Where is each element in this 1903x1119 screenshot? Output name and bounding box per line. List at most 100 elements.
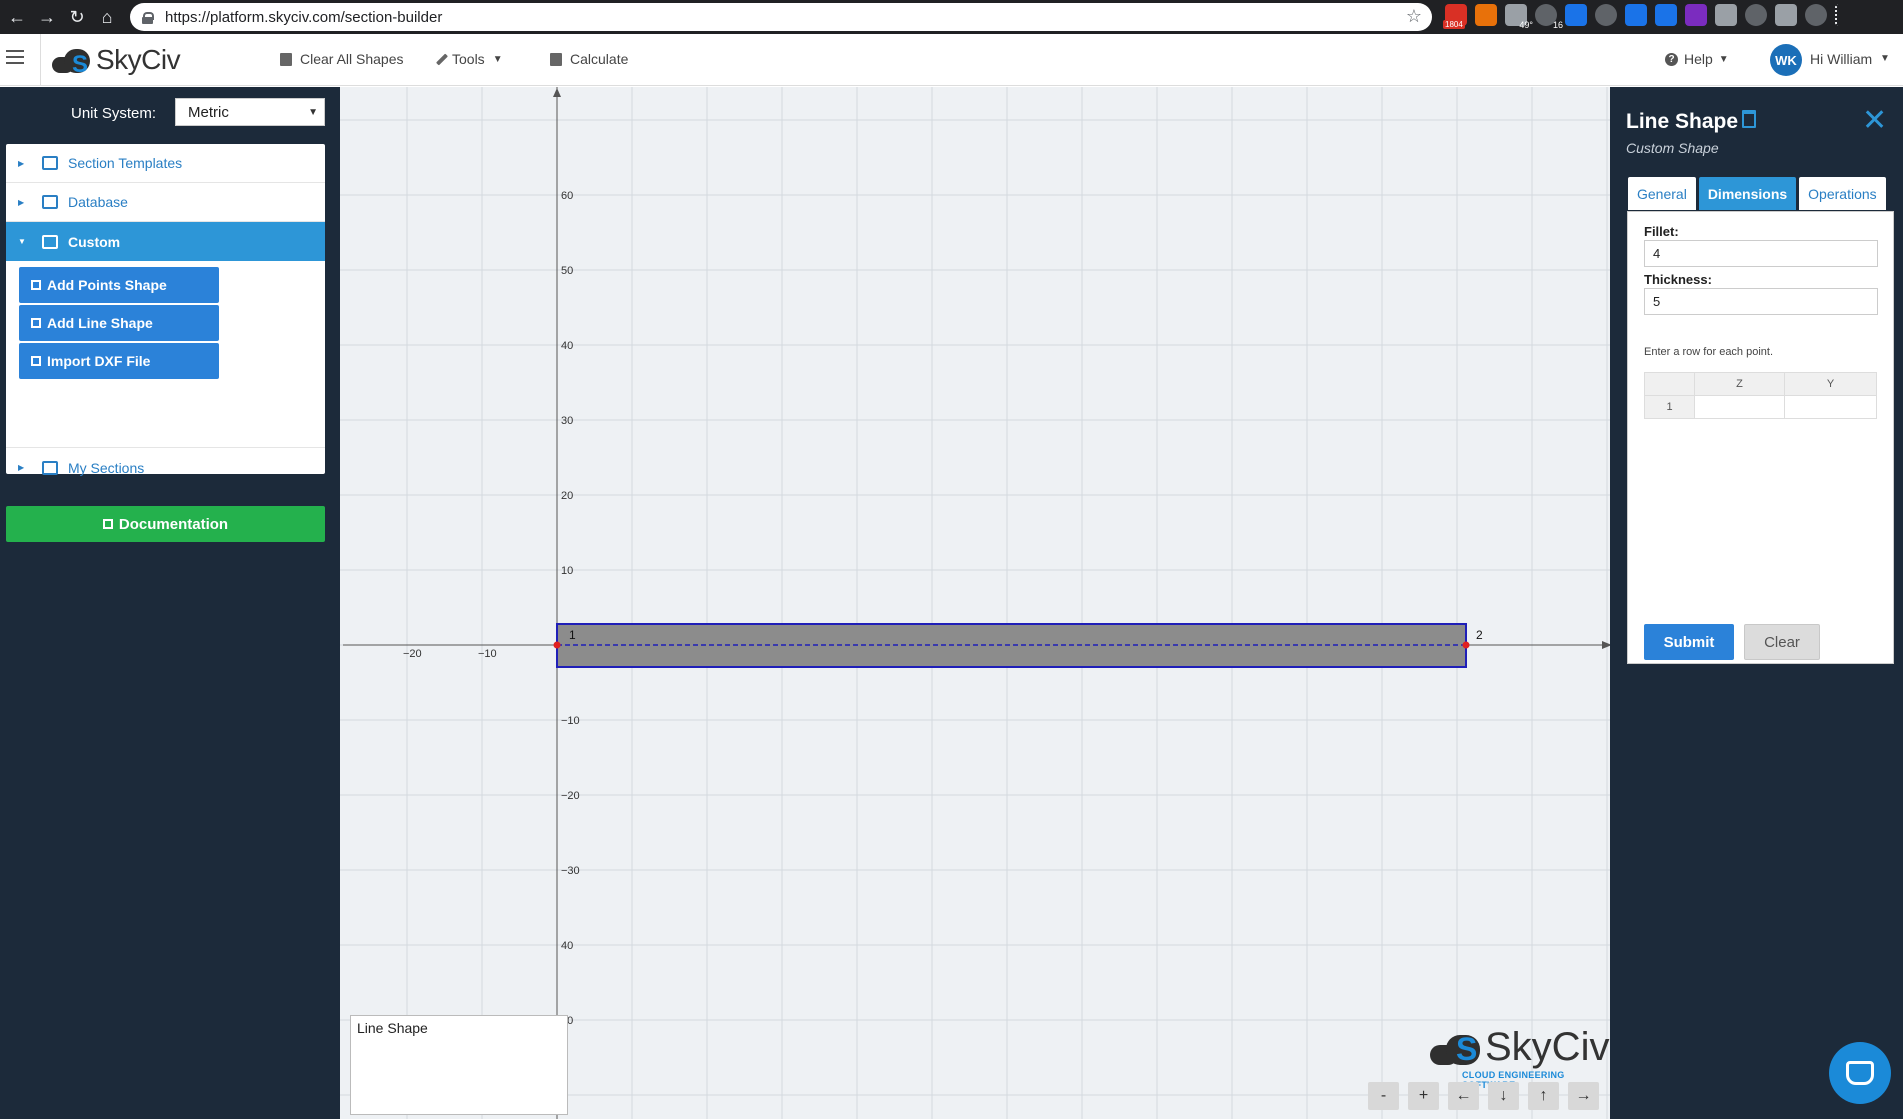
chevron-down-icon: ▼: [492, 53, 503, 65]
weather-badge: 49°: [1519, 20, 1533, 30]
close-icon[interactable]: ✕: [1862, 103, 1887, 138]
user-greeting[interactable]: Hi William: [1810, 51, 1872, 67]
bookmark-star-icon[interactable]: ☆: [1406, 6, 1422, 27]
browser-toolbar: ← → ↻ ⌂ https://platform.skyciv.com/sect…: [0, 0, 1903, 34]
counter-extension-icon[interactable]: 16: [1535, 4, 1563, 30]
thickness-input[interactable]: 5: [1644, 288, 1878, 315]
cloud-logo-icon: S: [52, 45, 94, 78]
pan-left-button[interactable]: ←: [1448, 1082, 1479, 1110]
z-axis-arrow-icon: [1602, 641, 1610, 649]
documentation-label: Documentation: [118, 515, 229, 533]
chat-bubble-icon[interactable]: [1829, 1042, 1891, 1104]
fillet-input[interactable]: 4: [1644, 240, 1878, 267]
question-icon: ?: [1665, 52, 1678, 66]
z-cell[interactable]: [1694, 395, 1785, 419]
save-icon: [42, 460, 58, 475]
cast-extension-icon[interactable]: [1775, 4, 1797, 26]
eraser-icon: [280, 52, 292, 66]
shape-label-text: Line Shape: [357, 1020, 428, 1036]
caret-down-icon: ▼: [308, 107, 318, 118]
pan-up-button[interactable]: ↑: [1528, 1082, 1559, 1110]
calculate-button[interactable]: Calculate: [550, 51, 628, 67]
add-line-shape-button[interactable]: Add Line Shape: [19, 305, 219, 341]
button-label: Add Line Shape: [47, 315, 153, 331]
zoom-in-button[interactable]: +: [1408, 1082, 1439, 1110]
tools-menu[interactable]: Tools ▼: [435, 51, 503, 67]
home-icon[interactable]: ⌂: [94, 4, 120, 30]
accordion-label: Section Templates: [68, 155, 183, 171]
wrench-icon: [435, 52, 449, 66]
accordion-section-templates[interactable]: ▶ Section Templates: [6, 144, 325, 183]
panel-subtitle: Custom Shape: [1626, 140, 1719, 156]
profile-icon[interactable]: [1805, 4, 1827, 26]
avatar[interactable]: WK: [1770, 44, 1802, 76]
point-2-label: 2: [1476, 628, 1483, 642]
custom-shape-icon: [42, 234, 58, 249]
y-tick-label: 10: [561, 565, 573, 577]
menu-icon[interactable]: [1835, 4, 1841, 26]
point-2-marker[interactable]: [1462, 641, 1470, 649]
chevron-down-icon[interactable]: ▼: [1880, 53, 1890, 64]
onenote-extension-icon[interactable]: [1685, 4, 1707, 26]
accordion-label: Database: [68, 194, 128, 210]
pan-right-button[interactable]: →: [1568, 1082, 1599, 1110]
import-dxf-button[interactable]: Import DXF File: [19, 343, 219, 379]
mail-badge: 1804: [1443, 20, 1465, 29]
documentation-icon: [102, 519, 113, 529]
forward-icon[interactable]: →: [34, 4, 60, 30]
help-menu[interactable]: ? Help ▼: [1665, 51, 1729, 67]
hamburger-icon[interactable]: [6, 50, 24, 64]
target-extension-icon[interactable]: [1745, 4, 1767, 26]
zoom-out-button[interactable]: -: [1368, 1082, 1399, 1110]
unit-system-label: Unit System:: [71, 105, 157, 122]
calculate-label: Calculate: [570, 51, 629, 67]
circle-extension-icon[interactable]: [1595, 4, 1617, 26]
add-points-shape-button[interactable]: Add Points Shape: [19, 267, 219, 303]
trash-icon[interactable]: [1742, 110, 1756, 128]
drawing-canvas[interactable]: −20−100102030405060708090100110 60504030…: [340, 87, 1610, 1119]
accordion-my-sections[interactable]: ▶ My Sections: [6, 448, 325, 487]
c-extension-icon[interactable]: [1565, 4, 1587, 26]
skyciv-logo[interactable]: S SkyCiv: [52, 44, 181, 78]
clear-all-shapes-button[interactable]: Clear All Shapes: [280, 51, 404, 67]
button-label: Add Points Shape: [47, 277, 167, 293]
calculator-icon: [550, 52, 562, 66]
caret-right-icon: ▶: [18, 463, 25, 472]
clear-button[interactable]: Clear: [1744, 624, 1820, 660]
unit-system-select[interactable]: Metric ▼: [175, 98, 325, 126]
weather-extension-icon[interactable]: 49°: [1505, 4, 1533, 30]
extensions-area: 1804 49° 16: [1443, 4, 1841, 30]
shield-extension-icon[interactable]: [1475, 4, 1497, 26]
cloud-logo-icon: S: [1430, 1029, 1485, 1067]
documentation-button[interactable]: Documentation: [6, 506, 325, 542]
y-tick-label: −30: [561, 865, 580, 877]
fillet-label: Fillet:: [1644, 224, 1679, 239]
react-extension-icon[interactable]: [1715, 4, 1737, 26]
grid-svg[interactable]: −20−100102030405060708090100110 60504030…: [340, 87, 1610, 1119]
compass-extension-icon[interactable]: [1625, 4, 1647, 26]
mail-extension-icon[interactable]: 1804: [1443, 4, 1467, 29]
submit-button[interactable]: Submit: [1644, 624, 1734, 660]
y-tick-label: −20: [561, 790, 580, 802]
unit-system-value: Metric: [188, 103, 229, 121]
tab-operations[interactable]: Operations: [1799, 177, 1886, 210]
back-icon[interactable]: ←: [4, 4, 30, 30]
tab-general[interactable]: General: [1628, 177, 1696, 210]
table-header-z: Z: [1694, 372, 1785, 396]
accordion-custom[interactable]: ▼ Custom: [6, 222, 325, 261]
pan-down-button[interactable]: ↓: [1488, 1082, 1519, 1110]
y-cell[interactable]: [1784, 395, 1877, 419]
reload-icon[interactable]: ↻: [64, 4, 90, 30]
clear-all-label: Clear All Shapes: [300, 51, 404, 67]
points-icon: [31, 280, 41, 290]
point-1-marker[interactable]: [553, 641, 561, 649]
section-accordion: ▶ Section Templates ▶ Database ▼ Custom …: [6, 144, 325, 476]
tab-dimensions[interactable]: Dimensions: [1698, 177, 1797, 210]
watermark-text: SkyCiv: [1485, 1025, 1610, 1069]
address-bar[interactable]: https://platform.skyciv.com/section-buil…: [130, 3, 1432, 31]
bookmark-extension-icon[interactable]: [1655, 4, 1677, 26]
help-label: Help: [1684, 51, 1713, 67]
canvas-watermark-logo: S SkyCiv CLOUD ENGINEERING SOFTWARE: [1430, 1025, 1610, 1090]
accordion-database[interactable]: ▶ Database: [6, 183, 325, 222]
dimensions-tab-body: Fillet: 4 Thickness: 5 Enter a row for e…: [1627, 211, 1894, 664]
